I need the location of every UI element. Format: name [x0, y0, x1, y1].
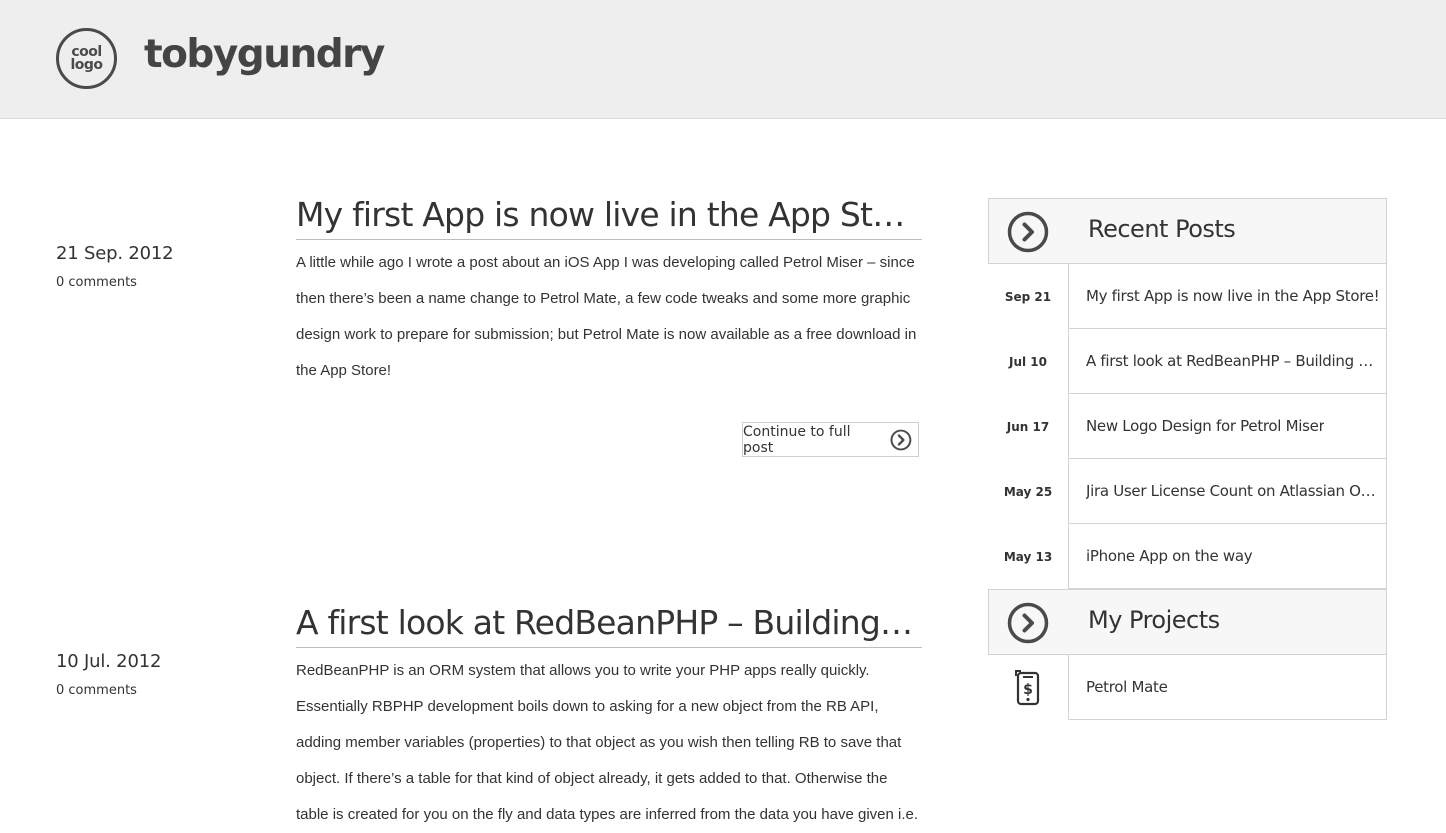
- project-link[interactable]: Petrol Mate: [1068, 655, 1387, 720]
- chevron-right-circle-icon: [1007, 602, 1049, 644]
- recent-posts-heading: Recent Posts: [1088, 215, 1236, 243]
- recent-post-date: Sep 21: [1004, 289, 1052, 304]
- recent-post-date: May 13: [1003, 549, 1053, 564]
- logo-text-line2: logo: [70, 56, 103, 73]
- recent-post-item: Jul 10 A first look at RedBeanPHP – Buil…: [988, 329, 1387, 394]
- post-excerpt: RedBeanPHP is an ORM system that allows …: [296, 662, 919, 823]
- post-title[interactable]: My first App is now live in the App Stor…: [296, 195, 922, 234]
- my-projects-heading: My Projects: [1088, 606, 1220, 634]
- recent-post-title: My first App is now live in the App Stor…: [1086, 287, 1380, 305]
- site-logo[interactable]: cool logo: [56, 28, 117, 89]
- site-header: cool logo tobygundry: [0, 0, 1446, 119]
- recent-post-title: A first look at RedBeanPHP – Building a …: [1086, 352, 1382, 370]
- recent-post-date: May 25: [1003, 484, 1053, 499]
- recent-post-date: Jul 10: [1009, 354, 1047, 369]
- recent-post-date: Jun 17: [1006, 419, 1050, 434]
- post-divider: [296, 647, 922, 648]
- post-title[interactable]: A first look at RedBeanPHP – Building…: [296, 603, 922, 642]
- recent-post-title: Jira User License Count on Atlassian OnD…: [1086, 482, 1382, 500]
- recent-post-title: iPhone App on the way: [1086, 547, 1253, 565]
- post-comments-link[interactable]: 0 comments: [56, 683, 137, 698]
- phone-dollar-icon: $: [1015, 669, 1040, 705]
- post-date: 10 Jul. 2012: [56, 651, 162, 672]
- post-comments-link[interactable]: 0 comments: [56, 275, 137, 290]
- site-title[interactable]: tobygundry: [144, 32, 385, 77]
- recent-post-link[interactable]: My first App is now live in the App Stor…: [1068, 264, 1387, 329]
- post-excerpt: A little while ago I wrote a post about …: [296, 254, 917, 379]
- continue-to-full-post-button[interactable]: Continue to full post: [742, 422, 919, 457]
- recent-post-item: May 25 Jira User License Count on Atlass…: [988, 459, 1387, 524]
- recent-post-link[interactable]: iPhone App on the way: [1068, 524, 1387, 589]
- recent-post-link[interactable]: Jira User License Count on Atlassian OnD…: [1068, 459, 1387, 524]
- recent-post-link[interactable]: A first look at RedBeanPHP – Building a …: [1068, 329, 1387, 394]
- project-item: $ Petrol Mate: [988, 655, 1387, 720]
- svg-text:$: $: [1023, 682, 1033, 698]
- recent-post-title: New Logo Design for Petrol Miser: [1086, 417, 1325, 435]
- project-title: Petrol Mate: [1086, 678, 1168, 696]
- recent-post-link[interactable]: New Logo Design for Petrol Miser: [1068, 394, 1387, 459]
- my-projects-header: My Projects: [988, 589, 1387, 655]
- continue-button-label: Continue to full post: [743, 423, 851, 456]
- post-divider: [296, 239, 922, 240]
- chevron-right-circle-icon: [1007, 211, 1049, 253]
- recent-posts-header: Recent Posts: [988, 198, 1387, 264]
- recent-post-item: Jun 17 New Logo Design for Petrol Miser: [988, 394, 1387, 459]
- project-icon-cell: $: [988, 655, 1068, 720]
- recent-post-item: May 13 iPhone App on the way: [988, 524, 1387, 589]
- post-date: 21 Sep. 2012: [56, 243, 174, 264]
- recent-post-item: Sep 21 My first App is now live in the A…: [988, 264, 1387, 329]
- sidebar: Recent Posts Sep 21 My first App is now …: [988, 198, 1387, 720]
- chevron-right-circle-icon: [890, 429, 912, 450]
